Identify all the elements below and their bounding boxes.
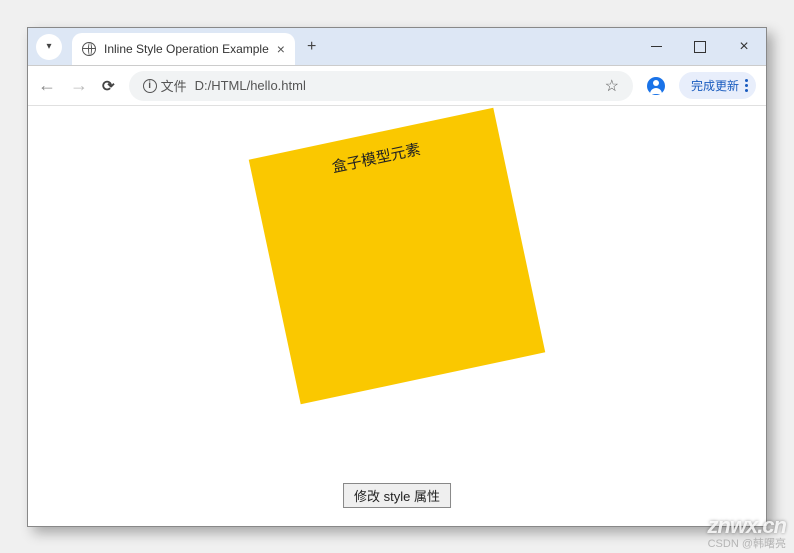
watermark-attribution: CSDN @韩曙亮	[708, 535, 786, 551]
close-tab-icon[interactable]: ×	[277, 41, 285, 57]
globe-icon	[82, 42, 96, 56]
maximize-button[interactable]	[678, 28, 722, 66]
forward-button[interactable]: →	[70, 75, 88, 96]
window-close-button[interactable]: ×	[722, 28, 766, 66]
box-label: 盒子模型元素	[331, 141, 423, 176]
browser-tab[interactable]: Inline Style Operation Example ×	[72, 33, 295, 65]
update-label: 完成更新	[691, 77, 739, 94]
toolbar: ← → ⟳ i 文件 D:/HTML/hello.html ☆ 完成更新	[28, 66, 766, 106]
menu-kebab-icon[interactable]	[745, 79, 748, 92]
tab-title: Inline Style Operation Example	[104, 42, 269, 56]
chevron-down-icon: ▾	[46, 41, 51, 52]
address-bar[interactable]: i 文件 D:/HTML/hello.html ☆	[129, 71, 633, 101]
titlebar: ▾ Inline Style Operation Example × + ×	[28, 28, 766, 66]
demo-box: 盒子模型元素	[249, 108, 546, 405]
new-tab-button[interactable]: +	[307, 38, 316, 56]
modify-style-button[interactable]: 修改 style 属性	[343, 483, 451, 508]
window-controls: ×	[634, 28, 766, 66]
back-button[interactable]: ←	[38, 75, 56, 96]
url-text: D:/HTML/hello.html	[195, 78, 597, 93]
file-label: 文件	[161, 76, 187, 95]
browser-window: ▾ Inline Style Operation Example × + × ←…	[27, 27, 767, 527]
file-origin-chip[interactable]: i 文件	[143, 76, 187, 95]
reload-button[interactable]: ⟳	[102, 77, 115, 95]
info-icon: i	[143, 79, 157, 93]
update-button[interactable]: 完成更新	[679, 72, 756, 99]
minimize-button[interactable]	[634, 28, 678, 66]
page-content: 盒子模型元素 修改 style 属性	[28, 106, 766, 526]
bookmark-star-icon[interactable]: ☆	[605, 76, 619, 96]
tab-search-dropdown[interactable]: ▾	[36, 34, 62, 60]
profile-avatar-icon[interactable]	[647, 77, 665, 95]
